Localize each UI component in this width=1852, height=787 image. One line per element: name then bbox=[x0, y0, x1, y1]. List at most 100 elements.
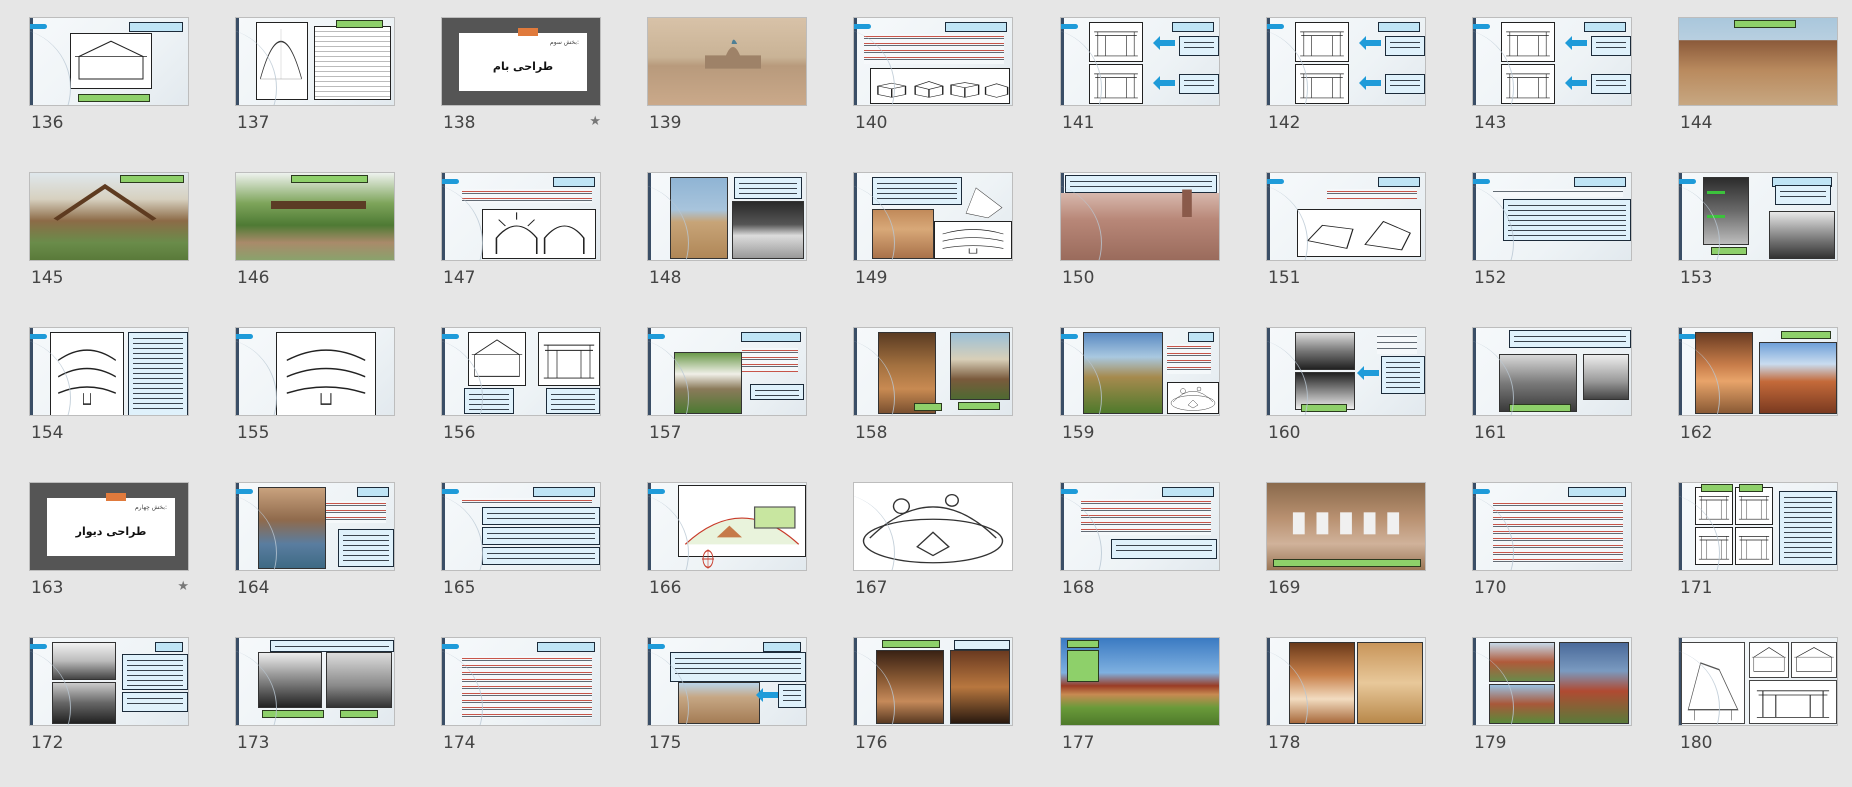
slide-thumbnail-cell[interactable]: 147 bbox=[441, 172, 603, 322]
slide-thumbnail-cell[interactable]: 153 bbox=[1678, 172, 1840, 322]
slide-thumbnail-cell[interactable]: 167 bbox=[853, 482, 1015, 632]
slide-thumbnail-cell[interactable]: 136 bbox=[29, 17, 191, 167]
slide-thumbnail-cell[interactable]: 143 bbox=[1472, 17, 1634, 167]
slide-thumbnail[interactable] bbox=[1472, 637, 1632, 726]
slide-thumbnail[interactable] bbox=[853, 172, 1013, 261]
text-callout bbox=[1385, 74, 1425, 94]
slide-thumbnail[interactable] bbox=[235, 482, 395, 571]
slide-thumbnail[interactable] bbox=[1678, 172, 1838, 261]
slide-thumbnail[interactable] bbox=[647, 482, 807, 571]
slide-thumbnail[interactable] bbox=[1678, 637, 1838, 726]
slide-thumbnail-cell[interactable]: 180 bbox=[1678, 637, 1840, 787]
slide-thumbnail-cell[interactable]: 158 bbox=[853, 327, 1015, 477]
slide-thumbnail-cell[interactable]: 149 bbox=[853, 172, 1015, 322]
slide-thumbnail-cell[interactable]: بخش چهارم: طراحی دیوار 163 ★ bbox=[29, 482, 191, 632]
slide-thumbnail-cell[interactable]: 139 bbox=[647, 17, 809, 167]
slide-thumbnail[interactable] bbox=[647, 17, 807, 106]
slide-thumbnail-cell[interactable]: 146 bbox=[235, 172, 397, 322]
slide-thumbnail[interactable] bbox=[441, 482, 601, 571]
accent-tab bbox=[1267, 24, 1284, 29]
slide-thumbnail-cell[interactable]: 175 bbox=[647, 637, 809, 787]
slide-thumbnail-cell[interactable]: 145 bbox=[29, 172, 191, 322]
slide-thumbnail-cell[interactable]: 162 bbox=[1678, 327, 1840, 477]
slide-thumbnail-cell[interactable]: 165 bbox=[441, 482, 603, 632]
slide-thumbnail[interactable] bbox=[235, 637, 395, 726]
slide-thumbnail-cell[interactable]: 171 bbox=[1678, 482, 1840, 632]
slide-thumbnail[interactable] bbox=[1472, 172, 1632, 261]
slide-thumbnail-cell[interactable]: 152 bbox=[1472, 172, 1634, 322]
slide-thumbnail[interactable] bbox=[1060, 17, 1220, 106]
slide-thumbnail-cell[interactable]: 140 bbox=[853, 17, 1015, 167]
slide-thumbnail[interactable] bbox=[235, 172, 395, 261]
slide-thumbnail-cell[interactable]: 155 bbox=[235, 327, 397, 477]
slide-thumbnail-cell[interactable]: 137 bbox=[235, 17, 397, 167]
slide-thumbnail[interactable] bbox=[1266, 327, 1426, 416]
slide-thumbnail[interactable]: بخش سوم: طراحی بام bbox=[441, 17, 601, 106]
slide-thumbnail-cell[interactable]: 172 bbox=[29, 637, 191, 787]
slide-thumbnail-cell[interactable]: 157 bbox=[647, 327, 809, 477]
slide-thumbnail-cell[interactable]: 169 bbox=[1266, 482, 1428, 632]
slide-thumbnail-cell[interactable]: 148 bbox=[647, 172, 809, 322]
slide-thumbnail[interactable] bbox=[1266, 17, 1426, 106]
slide-thumbnail-cell[interactable]: 161 bbox=[1472, 327, 1634, 477]
slide-thumbnail-cell[interactable]: 144 bbox=[1678, 17, 1840, 167]
slide-number: 164 bbox=[237, 578, 270, 598]
slide-thumbnail[interactable] bbox=[29, 172, 189, 261]
slide-thumbnail-cell[interactable]: 141 bbox=[1060, 17, 1222, 167]
slide-thumbnail[interactable] bbox=[853, 327, 1013, 416]
slide-thumbnail-cell[interactable]: 179 bbox=[1472, 637, 1634, 787]
slide-thumbnail-cell[interactable]: 151 bbox=[1266, 172, 1428, 322]
slide-thumbnail[interactable] bbox=[441, 637, 601, 726]
slide-thumbnail[interactable] bbox=[29, 327, 189, 416]
bw-house-photo bbox=[1769, 211, 1835, 259]
slide-thumbnail[interactable] bbox=[647, 327, 807, 416]
slide-thumbnail-cell[interactable]: 156 bbox=[441, 327, 603, 477]
slide-thumbnail-cell[interactable]: 166 bbox=[647, 482, 809, 632]
slide-thumbnail[interactable] bbox=[647, 172, 807, 261]
slide-thumbnail[interactable] bbox=[1472, 482, 1632, 571]
slide-thumbnail-cell[interactable]: 160 bbox=[1266, 327, 1428, 477]
warm-interior-photo bbox=[1289, 642, 1355, 724]
slide-thumbnail[interactable] bbox=[1266, 637, 1426, 726]
slide-thumbnail[interactable] bbox=[1472, 17, 1632, 106]
slide-thumbnail-cell[interactable]: 178 bbox=[1266, 637, 1428, 787]
slide-thumbnail[interactable] bbox=[441, 172, 601, 261]
slide-thumbnail[interactable] bbox=[1266, 482, 1426, 571]
slide-thumbnail[interactable] bbox=[29, 17, 189, 106]
slide-thumbnail-cell[interactable]: 142 bbox=[1266, 17, 1428, 167]
slide-thumbnail[interactable] bbox=[1060, 172, 1220, 261]
slide-thumbnail-cell[interactable]: 164 bbox=[235, 482, 397, 632]
slide-thumbnail[interactable] bbox=[853, 482, 1013, 571]
slide-thumbnail[interactable] bbox=[647, 637, 807, 726]
slide-thumbnail[interactable] bbox=[29, 637, 189, 726]
slide-thumbnail[interactable] bbox=[1472, 327, 1632, 416]
slide-thumbnail[interactable] bbox=[1060, 327, 1220, 416]
slide-thumbnail[interactable] bbox=[853, 17, 1013, 106]
slide-thumbnail-cell[interactable]: 174 bbox=[441, 637, 603, 787]
slide-thumbnail[interactable] bbox=[1678, 327, 1838, 416]
slide-thumbnail-cell[interactable]: 176 bbox=[853, 637, 1015, 787]
slide-thumbnail[interactable] bbox=[1678, 482, 1838, 571]
slide-thumbnail-cell[interactable]: 168 bbox=[1060, 482, 1222, 632]
slide-thumbnail-cell[interactable]: 150 bbox=[1060, 172, 1222, 322]
slide-thumbnail-cell[interactable]: بخش سوم: طراحی بام 138 ★ bbox=[441, 17, 603, 167]
slide-thumbnail[interactable]: بخش چهارم: طراحی دیوار bbox=[29, 482, 189, 571]
slide-thumbnail-cell[interactable]: 170 bbox=[1472, 482, 1634, 632]
slide-thumbnail[interactable] bbox=[441, 327, 601, 416]
slide-thumbnail[interactable] bbox=[1060, 482, 1220, 571]
pointer-arrow-icon bbox=[1359, 76, 1381, 90]
slide-thumbnail[interactable] bbox=[1060, 637, 1220, 726]
slide-thumbnail[interactable] bbox=[853, 637, 1013, 726]
slide-thumbnail-cell[interactable]: 177 bbox=[1060, 637, 1222, 787]
frame-sketch-bottom bbox=[1089, 64, 1143, 104]
slide-thumbnail-cell[interactable]: 154 bbox=[29, 327, 191, 477]
slide-thumbnail-cell[interactable]: 159 bbox=[1060, 327, 1222, 477]
slide-thumbnail[interactable] bbox=[235, 17, 395, 106]
slide-thumbnail[interactable] bbox=[1678, 17, 1838, 106]
slide-number: 174 bbox=[443, 733, 476, 753]
caption-label bbox=[1273, 559, 1421, 567]
text-callout bbox=[1591, 36, 1631, 56]
slide-thumbnail[interactable] bbox=[235, 327, 395, 416]
slide-thumbnail-cell[interactable]: 173 bbox=[235, 637, 397, 787]
slide-thumbnail[interactable] bbox=[1266, 172, 1426, 261]
